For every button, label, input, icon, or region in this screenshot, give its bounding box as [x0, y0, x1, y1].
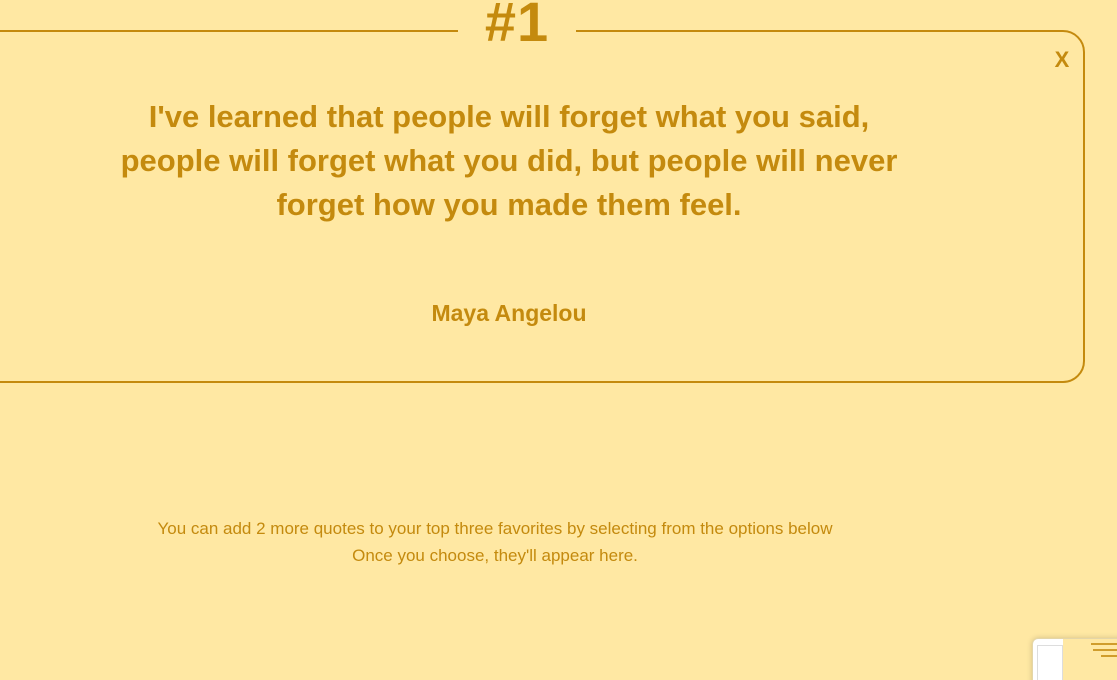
preview-sidebar-strip	[1037, 645, 1063, 680]
preview-content	[1063, 639, 1117, 680]
favorites-info-line-1: You can add 2 more quotes to your top th…	[157, 519, 833, 538]
preview-text-line	[1093, 649, 1117, 651]
preview-text-line	[1101, 655, 1117, 657]
favorites-info-line-2: Once you choose, they'll appear here.	[352, 546, 638, 565]
preview-text-line	[1091, 643, 1117, 645]
quote-text: I've learned that people will forget wha…	[120, 99, 898, 222]
page-preview-thumbnail[interactable]	[1032, 638, 1117, 680]
rank-badge: #1	[458, 0, 576, 52]
favorites-page: #1 X I've learned that people will forge…	[0, 0, 1117, 680]
favorites-info: You can add 2 more quotes to your top th…	[95, 515, 895, 569]
close-button[interactable]: X	[1050, 46, 1074, 74]
quote-author: Maya Angelou	[431, 300, 587, 326]
